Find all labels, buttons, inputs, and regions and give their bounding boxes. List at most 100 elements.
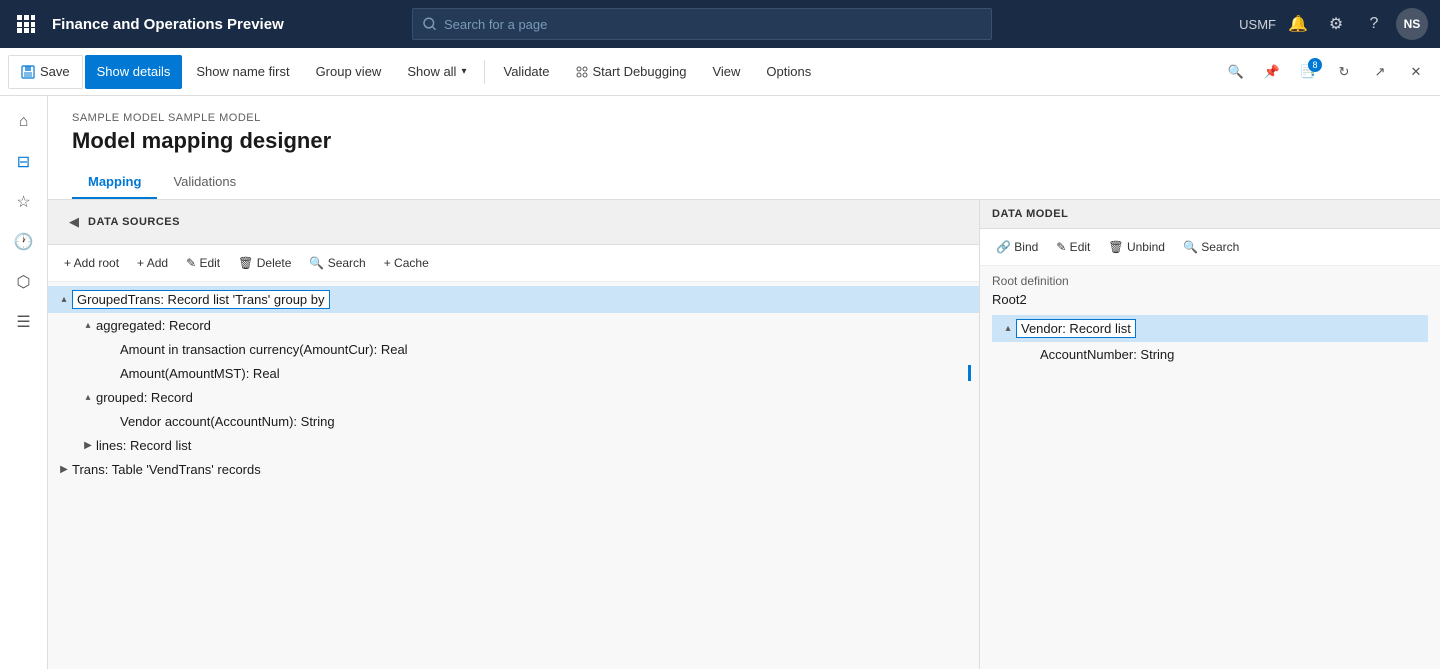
tree-row-account-number[interactable]: ▴ AccountNumber: String <box>992 342 1428 366</box>
sidebar-filter-icon[interactable]: ⊟ <box>6 144 42 180</box>
root-definition-label: Root definition <box>992 274 1428 288</box>
badge: 8 <box>1308 58 1322 72</box>
dm-toolbar: 🔗 Bind ✎ Edit 🗑 Unbind 🔍 Search <box>980 229 1440 266</box>
dm-title: DATA MODEL <box>992 208 1068 220</box>
top-nav-right: USMF 🔔 ⚙ ? NS <box>1239 8 1428 40</box>
refresh-icon[interactable]: ↻ <box>1328 56 1360 88</box>
bind-button[interactable]: 🔗 Bind <box>988 233 1046 261</box>
show-details-button[interactable]: Show details <box>85 55 183 89</box>
show-name-button[interactable]: Show name first <box>184 55 301 89</box>
main-layout: ⌂ ⊟ ☆ 🕐 ⬡ ☰ SAMPLE MODEL SAMPLE MODEL Mo… <box>0 96 1440 669</box>
show-all-button[interactable]: Show all ▾ <box>395 55 478 89</box>
tree-row-grouped-trans[interactable]: ▴ GroupedTrans: Record list 'Trans' grou… <box>48 286 979 313</box>
tree-row-trans[interactable]: ▶ Trans: Table 'VendTrans' records <box>48 457 979 481</box>
view-button[interactable]: View <box>700 55 752 89</box>
view-label: View <box>712 64 740 79</box>
top-nav: Finance and Operations Preview USMF 🔔 ⚙ … <box>0 0 1440 48</box>
tree-row-amount-cur[interactable]: ▴ Amount in transaction currency(AmountC… <box>48 337 979 361</box>
binding-indicator <box>968 365 971 381</box>
toggle-grouped-trans[interactable]: ▴ <box>56 292 72 308</box>
dm-edit-button[interactable]: ✎ Edit <box>1048 233 1098 261</box>
tree-label-trans: Trans: Table 'VendTrans' records <box>72 462 261 477</box>
tree-label-vendor-account: Vendor account(AccountNum): String <box>120 414 335 429</box>
show-details-label: Show details <box>97 64 171 79</box>
bookmark-icon[interactable]: 📑 8 <box>1292 56 1324 88</box>
left-sidebar: ⌂ ⊟ ☆ 🕐 ⬡ ☰ <box>0 96 48 669</box>
show-name-label: Show name first <box>196 64 289 79</box>
tree-label-grouped-trans: GroupedTrans: Record list 'Trans' group … <box>72 290 330 309</box>
tree-label-aggregated: aggregated: Record <box>96 318 211 333</box>
chevron-down-icon: ▾ <box>461 66 466 77</box>
toolbar: Save Show details Show name first Group … <box>0 48 1440 96</box>
search-toolbar-icon[interactable]: 🔍 <box>1220 56 1252 88</box>
search-button[interactable]: 🔍 Search <box>301 249 373 277</box>
save-button[interactable]: Save <box>8 55 83 89</box>
search-input[interactable] <box>444 17 981 32</box>
start-debugging-button[interactable]: Start Debugging <box>564 55 699 89</box>
toolbar-right: 🔍 📌 📑 8 ↻ ↗ ✕ <box>1220 56 1432 88</box>
tree-label-vendor: Vendor: Record list <box>1016 319 1136 338</box>
sidebar-workspace-icon[interactable]: ⬡ <box>6 264 42 300</box>
pin-icon[interactable]: 📌 <box>1256 56 1288 88</box>
open-icon[interactable]: ↗ <box>1364 56 1396 88</box>
notification-icon[interactable]: 🔔 <box>1282 8 1314 40</box>
company-label: USMF <box>1239 17 1276 32</box>
toggle-grouped[interactable]: ▴ <box>80 389 96 405</box>
cache-button[interactable]: + Cache <box>376 249 437 277</box>
page-title: Model mapping designer <box>72 128 1416 154</box>
close-icon[interactable]: ✕ <box>1400 56 1432 88</box>
page-header: SAMPLE MODEL SAMPLE MODEL Model mapping … <box>48 96 1440 200</box>
global-search-bar[interactable] <box>412 8 992 40</box>
ds-title: DATA SOURCES <box>88 216 180 228</box>
ds-collapse-icon[interactable]: ◀ <box>60 208 88 236</box>
tree-row-aggregated[interactable]: ▴ aggregated: Record <box>48 313 979 337</box>
toggle-aggregated[interactable]: ▴ <box>80 317 96 333</box>
page-tabs: Mapping Validations <box>72 166 1416 199</box>
tree-row-grouped[interactable]: ▴ grouped: Record <box>48 385 979 409</box>
tree-label-amount-mst: Amount(AmountMST): Real <box>120 366 280 381</box>
tree-row-vendor-account[interactable]: ▴ Vendor account(AccountNum): String <box>48 409 979 433</box>
toggle-trans[interactable]: ▶ <box>56 461 72 477</box>
start-debugging-label: Start Debugging <box>593 64 687 79</box>
dm-content: Root definition Root2 ▴ Vendor: Record l… <box>980 266 1440 669</box>
content-area: SAMPLE MODEL SAMPLE MODEL Model mapping … <box>48 96 1440 669</box>
ds-tree: ▴ GroupedTrans: Record list 'Trans' grou… <box>48 282 979 669</box>
tab-mapping[interactable]: Mapping <box>72 166 157 199</box>
tree-label-lines: lines: Record list <box>96 438 191 453</box>
show-all-label: Show all <box>407 64 456 79</box>
settings-icon[interactable]: ⚙ <box>1320 8 1352 40</box>
avatar[interactable]: NS <box>1396 8 1428 40</box>
sidebar-menu-icon[interactable]: ☰ <box>6 304 42 340</box>
add-root-button[interactable]: + Add root <box>56 249 127 277</box>
tree-label-account-number: AccountNumber: String <box>1040 347 1174 362</box>
options-button[interactable]: Options <box>754 55 823 89</box>
sidebar-recent-icon[interactable]: 🕐 <box>6 224 42 260</box>
root-value: Root2 <box>992 292 1428 307</box>
dm-search-button[interactable]: 🔍 Search <box>1175 233 1247 261</box>
sidebar-home-icon[interactable]: ⌂ <box>6 104 42 140</box>
data-sources-panel: ◀ DATA SOURCES + Add root + Add ✎ Edit 🗑… <box>48 200 980 669</box>
save-label: Save <box>40 64 70 79</box>
mapping-area: ◀ DATA SOURCES + Add root + Add ✎ Edit 🗑… <box>48 200 1440 669</box>
tree-row-vendor[interactable]: ▴ Vendor: Record list <box>992 315 1428 342</box>
toggle-lines[interactable]: ▶ <box>80 437 96 453</box>
unbind-button[interactable]: 🗑 Unbind <box>1100 233 1173 261</box>
ds-toolbar: + Add root + Add ✎ Edit 🗑 Delete 🔍 Searc… <box>48 245 979 282</box>
group-view-label: Group view <box>316 64 382 79</box>
separator-1 <box>484 60 485 84</box>
ds-header: ◀ DATA SOURCES <box>48 200 979 245</box>
app-title: Finance and Operations Preview <box>52 16 284 33</box>
group-view-button[interactable]: Group view <box>304 55 394 89</box>
add-button[interactable]: + Add <box>129 249 176 277</box>
tree-row-amount-mst[interactable]: ▴ Amount(AmountMST): Real <box>48 361 979 385</box>
grid-menu-icon[interactable] <box>12 10 40 38</box>
sidebar-favorites-icon[interactable]: ☆ <box>6 184 42 220</box>
validate-button[interactable]: Validate <box>491 55 561 89</box>
edit-button[interactable]: ✎ Edit <box>178 249 228 277</box>
toggle-vendor[interactable]: ▴ <box>1000 321 1016 337</box>
tree-row-lines[interactable]: ▶ lines: Record list <box>48 433 979 457</box>
options-label: Options <box>766 64 811 79</box>
delete-button[interactable]: 🗑 Delete <box>230 249 299 277</box>
help-icon[interactable]: ? <box>1358 8 1390 40</box>
tab-validations[interactable]: Validations <box>157 166 252 199</box>
